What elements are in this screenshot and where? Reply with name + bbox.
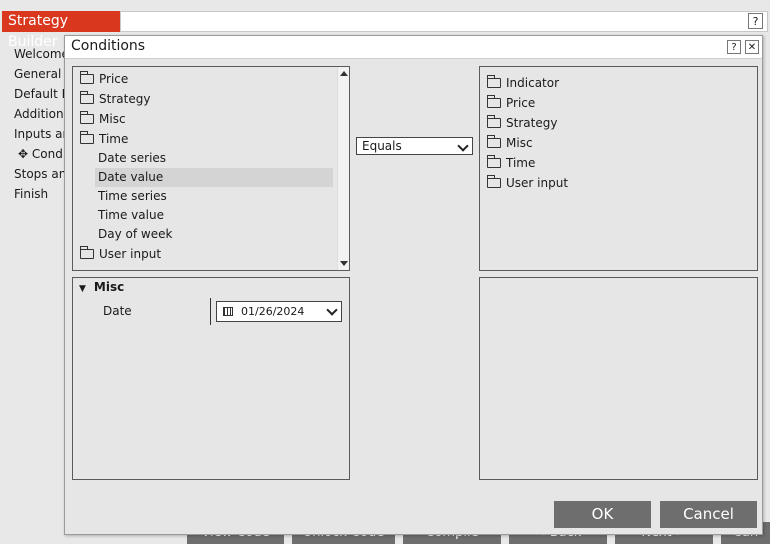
operator-dropdown[interactable]: Equals: [356, 137, 473, 155]
folder-icon: [487, 135, 501, 148]
left-tree-scrollbar[interactable]: [337, 67, 349, 270]
chevron-down-icon[interactable]: [326, 304, 338, 316]
tree-item-misc[interactable]: Misc: [487, 134, 533, 153]
scroll-down-icon[interactable]: [340, 261, 348, 266]
dialog-title-bar: Conditions ? ✕: [65, 36, 762, 59]
folder-icon: [487, 175, 501, 188]
app-title-bar: [120, 11, 768, 32]
property-section-misc[interactable]: ▼ Misc: [79, 278, 124, 297]
date-picker[interactable]: 01/26/2024: [216, 301, 342, 322]
app-help-button[interactable]: ?: [748, 13, 763, 29]
dialog-title: Conditions: [71, 38, 146, 54]
tree-item-user-input[interactable]: User input: [487, 174, 568, 193]
folder-icon: [487, 115, 501, 128]
diamond-bullet-icon: ✥: [18, 147, 32, 161]
tree-item-time[interactable]: Time: [80, 130, 128, 149]
tree-item-time-value[interactable]: Time value: [98, 206, 164, 225]
tree-item-strategy[interactable]: Strategy: [487, 114, 557, 133]
collapse-triangle-icon[interactable]: ▼: [79, 284, 86, 294]
tree-item-date-series[interactable]: Date series: [98, 149, 166, 168]
tree-item-price[interactable]: Price: [487, 94, 535, 113]
tree-item-time-series[interactable]: Time series: [98, 187, 167, 206]
ok-button[interactable]: OK: [554, 501, 651, 528]
right-condition-tree[interactable]: Indicator Price Strategy Misc Time User …: [479, 66, 758, 271]
folder-icon: [80, 246, 94, 259]
tree-item-strategy[interactable]: Strategy: [80, 90, 150, 109]
property-label-date: Date: [103, 304, 132, 318]
property-divider: [210, 298, 211, 325]
tree-item-price[interactable]: Price: [80, 70, 128, 89]
folder-icon: [487, 75, 501, 88]
open-folder-icon: [80, 131, 94, 144]
left-condition-tree[interactable]: Price Strategy Misc Time Date series Dat…: [72, 66, 350, 271]
folder-icon: [487, 95, 501, 108]
folder-icon: [80, 91, 94, 104]
tree-item-indicator[interactable]: Indicator: [487, 74, 559, 93]
tree-item-user-input[interactable]: User input: [80, 245, 161, 264]
app-title: Strategy Builder: [2, 11, 120, 50]
conditions-dialog: Conditions ? ✕ Price Strategy Misc Time …: [64, 35, 763, 535]
tree-item-misc[interactable]: Misc: [80, 110, 126, 129]
scroll-up-icon[interactable]: [340, 71, 348, 76]
close-icon[interactable]: ✕: [745, 40, 759, 54]
calendar-icon[interactable]: [223, 307, 233, 316]
tree-item-day-of-week[interactable]: Day of week: [98, 225, 172, 244]
folder-icon: [487, 155, 501, 168]
cancel-button[interactable]: Cancel: [660, 501, 757, 528]
right-property-grid: [479, 277, 758, 480]
folder-icon: [80, 111, 94, 124]
tree-item-time[interactable]: Time: [487, 154, 535, 173]
chevron-down-icon: [457, 140, 469, 152]
folder-icon: [80, 71, 94, 84]
tree-item-date-value[interactable]: Date value: [95, 168, 333, 187]
help-button[interactable]: ?: [727, 40, 741, 54]
